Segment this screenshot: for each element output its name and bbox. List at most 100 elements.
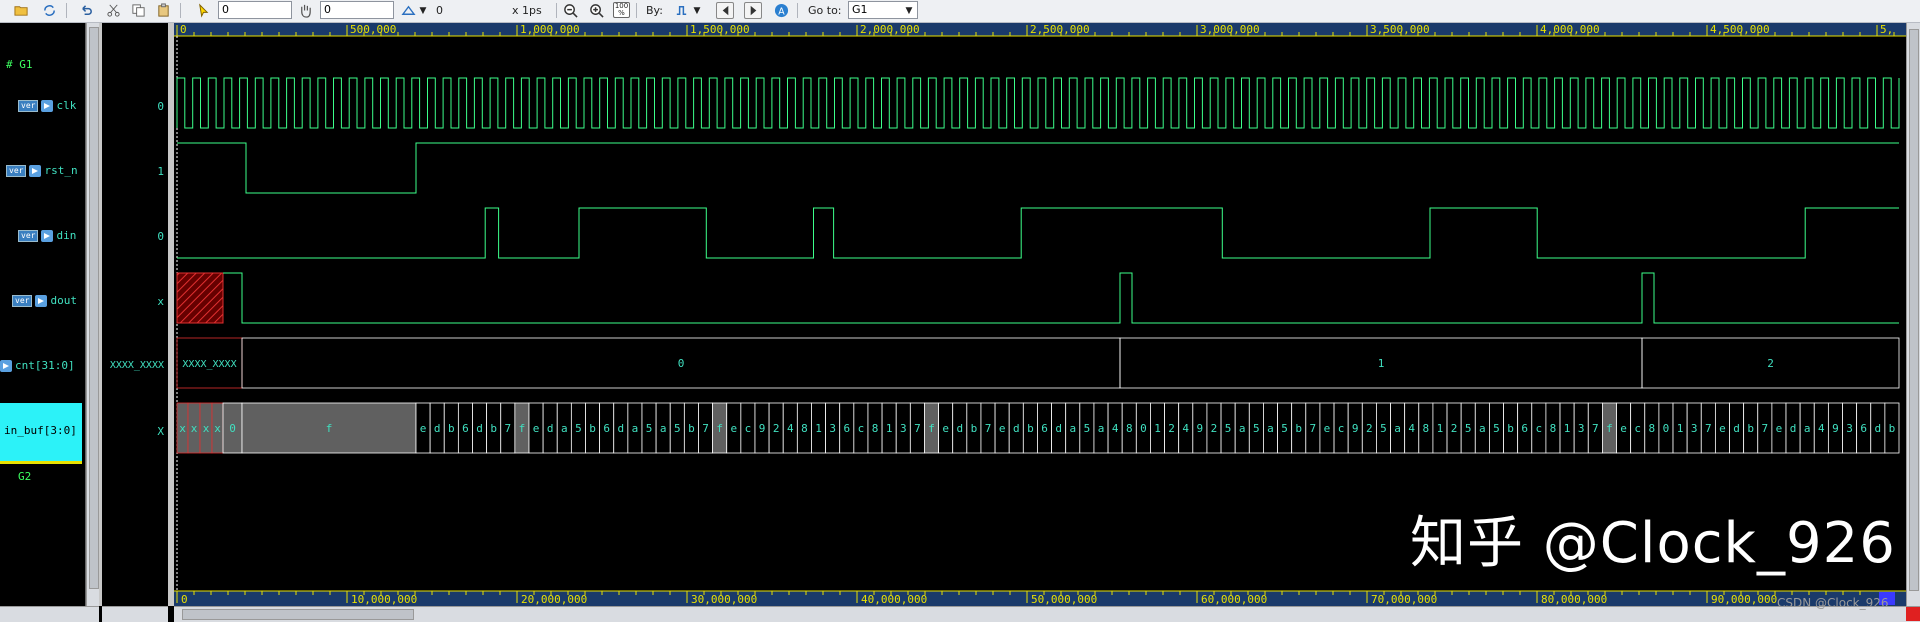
wave-in-buf-label: d xyxy=(1013,422,1020,435)
wave-in-buf-segment: 3 xyxy=(1842,402,1858,454)
goto-label: Go to: xyxy=(808,4,842,17)
wave-in-buf-segment: e xyxy=(938,402,954,454)
wave-in-buf-label: a xyxy=(660,422,667,435)
wave-in-buf-segment: a xyxy=(1390,402,1406,454)
prev-icon[interactable] xyxy=(716,2,734,19)
refresh-icon[interactable] xyxy=(40,2,58,19)
chevron-down-icon[interactable]: ▼ xyxy=(692,2,702,19)
wave-in-buf-label: x xyxy=(214,422,221,435)
wave-in-buf-segment: 7 xyxy=(1700,402,1716,454)
hand-icon[interactable] xyxy=(296,2,314,19)
group-g1-label[interactable]: # G1 xyxy=(6,58,33,71)
ruler-top-label: 3,000,000 xyxy=(1200,23,1260,36)
zoom-fit-icon[interactable]: 100 % xyxy=(613,2,630,18)
wave-in-buf-segment: x xyxy=(211,402,224,454)
undo-icon[interactable] xyxy=(77,2,95,19)
wave-in-buf-segment: f xyxy=(1602,402,1617,454)
wave-in-buf-label: 6 xyxy=(1860,422,1867,435)
ruler-top-label: 4,500,000 xyxy=(1710,23,1770,36)
signal-clk[interactable]: ver clk xyxy=(18,99,76,112)
signal-dout[interactable]: ver dout xyxy=(12,294,77,307)
wave-in-buf-label: c xyxy=(745,422,752,435)
wave-in-buf-label: 2 xyxy=(1366,422,1373,435)
wave-in-buf-segment: a xyxy=(1474,402,1490,454)
name-pane-scrollbar[interactable] xyxy=(86,23,100,606)
signal-name-pane: # G1 ver clk ver rst_n ver din ver dout cnt[… xyxy=(0,23,86,606)
wave-in-buf-label: b xyxy=(688,422,695,435)
wave-in-buf-segment: c xyxy=(740,402,756,454)
value-din: 0 xyxy=(157,230,164,243)
search-icon[interactable]: A xyxy=(772,2,790,19)
wave-in-buf-segment: 8 xyxy=(867,402,883,454)
wave-in-buf-label: 3 xyxy=(900,422,907,435)
wave-in-buf-label: 1 xyxy=(1437,422,1444,435)
next-icon[interactable] xyxy=(744,2,762,19)
wave-in-buf-segment: 2 xyxy=(1361,402,1377,454)
wave-in-buf-label: 5 xyxy=(674,422,681,435)
name-hscroll[interactable] xyxy=(0,606,99,622)
signal-in-buf[interactable]: in_buf[3:0] xyxy=(4,424,77,437)
wave-in-buf-segment: 8 xyxy=(1418,402,1434,454)
wave-in-buf-segment: b xyxy=(1291,402,1307,454)
wave-hscroll[interactable] xyxy=(174,606,1920,622)
wave-in-buf-label: 2 xyxy=(1451,422,1458,435)
delta-field[interactable]: 0 xyxy=(320,1,394,19)
verilog-badge: ver xyxy=(6,165,27,177)
wave-in-buf-label: 5 xyxy=(1380,422,1387,435)
chevron-down-icon[interactable]: ▼ xyxy=(418,2,428,19)
wave-in-buf-segment: a xyxy=(1093,402,1109,454)
wave-in-buf-label: 6 xyxy=(1521,422,1528,435)
wave-in-buf-segment: f xyxy=(712,402,728,454)
signal-rst-n[interactable]: ver rst_n xyxy=(6,164,78,177)
wave-in-buf-segment: x xyxy=(187,402,201,454)
by-signal-icon[interactable] xyxy=(672,2,690,19)
wave-in-buf-label: 0 xyxy=(1663,422,1670,435)
copy-icon[interactable] xyxy=(129,2,147,19)
wave-in-buf-segment: d xyxy=(542,402,558,454)
zoom-out-icon[interactable] xyxy=(561,2,579,19)
wave-in-buf-label: a xyxy=(1804,422,1811,435)
wave-in-buf-label: e xyxy=(730,422,737,435)
output-port-icon xyxy=(35,295,48,307)
input-port-icon xyxy=(41,100,54,112)
wave-in-buf-segment: 6 xyxy=(1856,402,1872,454)
wave-in-buf-segment: 6 xyxy=(1037,402,1052,454)
wave-in-buf-label: d xyxy=(956,422,963,435)
group-g2-label[interactable]: G2 xyxy=(18,470,31,483)
zoom-in-icon[interactable] xyxy=(587,2,605,19)
wave-in-buf-segment: 8 xyxy=(1121,402,1137,454)
cut-icon[interactable] xyxy=(104,2,122,19)
wave-in-buf-segment: a xyxy=(627,402,643,454)
ruler-bottom-label: 90,000,000 xyxy=(1711,593,1777,606)
wave-in-buf-segment: c xyxy=(853,402,869,454)
paste-icon[interactable] xyxy=(154,2,172,19)
chevron-down-icon[interactable]: ▼ xyxy=(903,2,915,19)
cursor-value: 0 xyxy=(436,4,443,17)
signal-din[interactable]: ver din xyxy=(18,229,76,242)
wave-in-buf-segment: x xyxy=(176,402,189,454)
wave-in-buf-segment: d xyxy=(1870,402,1886,454)
signal-cnt[interactable]: cnt[31:0] xyxy=(0,359,75,372)
wave-in-buf-segment: b xyxy=(1884,402,1900,454)
wave-in-buf-segment: 4 xyxy=(782,402,798,454)
wave-in-buf-segment: 9 xyxy=(754,402,770,454)
value-hscroll[interactable] xyxy=(102,606,168,622)
value-clk: 0 xyxy=(157,100,164,113)
marker-icon[interactable] xyxy=(399,2,417,19)
wave-in-buf-label: 4 xyxy=(1112,422,1119,435)
wave-in-buf-label: a xyxy=(1239,422,1246,435)
select-icon[interactable] xyxy=(194,2,212,19)
wave-in-buf-segment: e xyxy=(1714,402,1730,454)
wave-in-buf-segment: 5 xyxy=(669,402,685,454)
wave-in-buf-segment: 4 xyxy=(1404,402,1420,454)
wave-in-buf-segment: 1 xyxy=(811,402,826,454)
open-folder-icon[interactable] xyxy=(12,2,30,19)
wave-in-buf-label: 7 xyxy=(702,422,709,435)
wave-in-buf-segment: a xyxy=(655,402,671,454)
wave-pane-scrollbar[interactable] xyxy=(1906,23,1920,606)
time-field[interactable]: 0 xyxy=(218,1,292,19)
wave-in-buf-segment: 6 xyxy=(839,402,855,454)
wave-in-buf-label: 7 xyxy=(1592,422,1599,435)
wave-din xyxy=(177,207,1899,259)
wave-in-buf-segment: 5 xyxy=(1376,402,1391,454)
